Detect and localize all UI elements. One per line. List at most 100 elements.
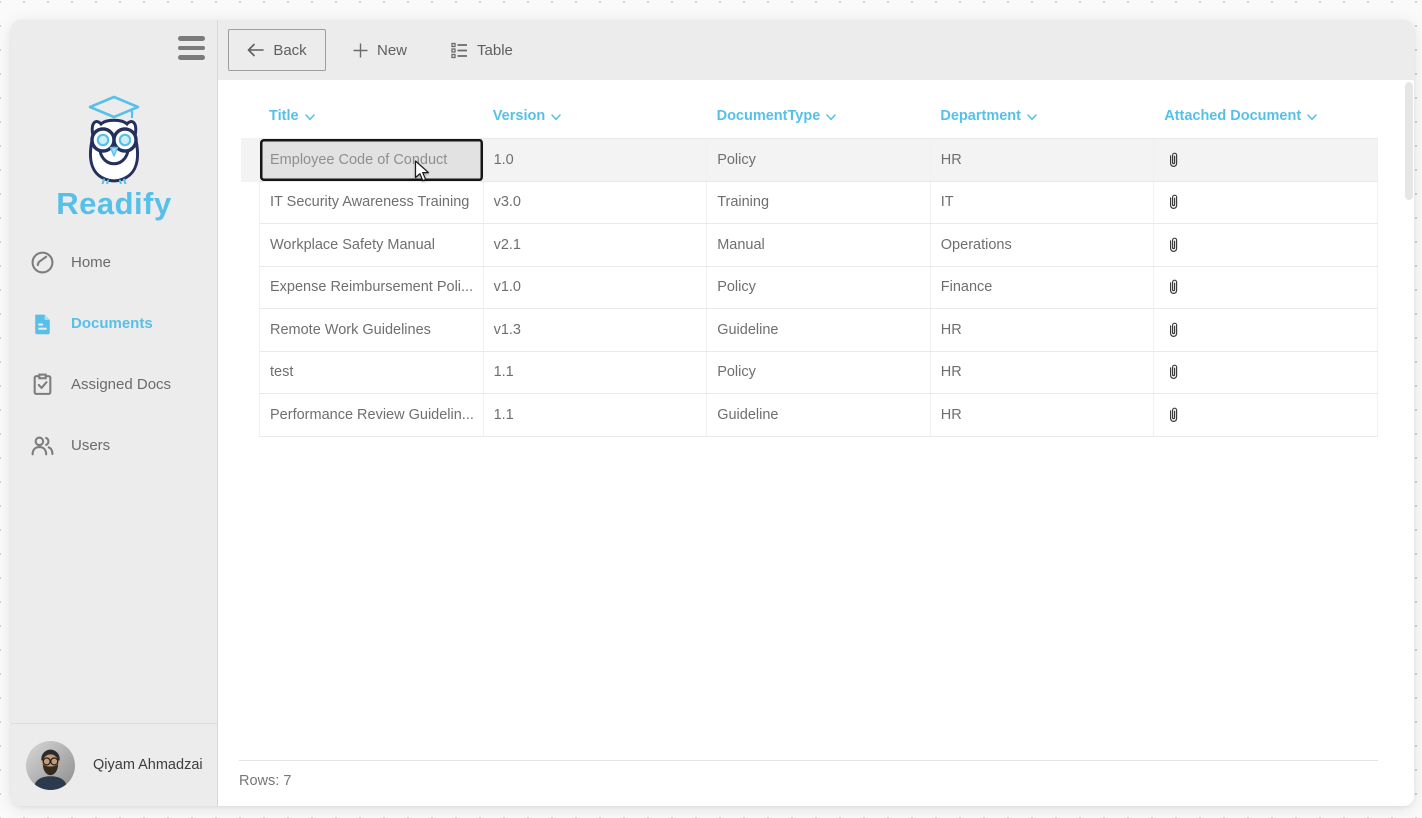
table-row[interactable]: test 1.1 Policy HR <box>260 352 1378 395</box>
owl-logo-icon <box>74 94 154 184</box>
users-icon <box>30 433 55 458</box>
document-icon <box>30 311 55 336</box>
app-window: Readify Home Documents <box>11 20 1414 806</box>
gauge-icon <box>30 250 55 275</box>
paperclip-icon <box>1166 363 1181 381</box>
back-button-label: Back <box>273 42 306 59</box>
cell-document-type[interactable]: Guideline <box>707 394 931 436</box>
cell-document-type[interactable]: Guideline <box>707 309 931 351</box>
cell-document-type[interactable]: Manual <box>707 224 931 266</box>
column-header-label: Title <box>269 108 299 124</box>
table-view-button[interactable]: Table <box>451 42 513 59</box>
sidebar-item-users[interactable]: Users <box>11 423 217 467</box>
back-button[interactable]: Back <box>228 29 326 71</box>
column-header-label: DocumentType <box>717 108 821 124</box>
avatar <box>26 741 75 790</box>
vertical-scrollbar[interactable] <box>1405 82 1413 200</box>
sidebar: Readify Home Documents <box>11 20 218 806</box>
sidebar-item-label: Users <box>71 437 110 454</box>
cell-department[interactable]: HR <box>931 139 1155 181</box>
cell-version[interactable]: v1.0 <box>484 267 708 309</box>
cell-title[interactable]: Employee Code of Conduct <box>260 139 484 181</box>
cell-department[interactable]: IT <box>931 182 1155 224</box>
app-logo: Readify <box>11 94 217 222</box>
table-header-row: Title Version DocumentType Department At… <box>259 94 1378 138</box>
cell-title[interactable]: Expense Reimbursement Poli... <box>260 267 484 309</box>
new-button[interactable]: New <box>353 42 407 59</box>
arrow-left-icon <box>247 43 264 57</box>
column-header-label: Department <box>940 108 1021 124</box>
table-view-button-label: Table <box>477 42 513 59</box>
plus-icon <box>353 43 368 58</box>
cell-department[interactable]: Finance <box>931 267 1155 309</box>
cell-document-type[interactable]: Policy <box>707 139 931 181</box>
chevron-down-icon <box>551 114 561 121</box>
sidebar-item-assigned-docs[interactable]: Assigned Docs <box>11 362 217 406</box>
new-button-label: New <box>377 42 407 59</box>
sidebar-item-label: Documents <box>71 315 153 332</box>
sidebar-item-label: Assigned Docs <box>71 376 171 393</box>
chevron-down-icon <box>826 114 836 121</box>
table-row[interactable]: Workplace Safety Manual v2.1 Manual Oper… <box>260 224 1378 267</box>
cell-attached-document[interactable] <box>1154 267 1378 309</box>
cell-department[interactable]: HR <box>931 394 1155 436</box>
column-header-label: Attached Document <box>1164 108 1301 124</box>
cell-version[interactable]: v3.0 <box>484 182 708 224</box>
main-area: Back New Table <box>218 20 1414 806</box>
table-row[interactable]: Performance Review Guidelin... 1.1 Guide… <box>260 394 1378 437</box>
sidebar-item-home[interactable]: Home <box>11 240 217 284</box>
table-row[interactable]: Remote Work Guidelines v1.3 Guideline HR <box>260 309 1378 352</box>
sidebar-item-label: Home <box>71 254 111 271</box>
paperclip-icon <box>1166 236 1181 254</box>
logo-wordmark: Readify <box>11 186 217 222</box>
toolbar: Back New Table <box>218 20 1414 80</box>
cell-attached-document[interactable] <box>1154 182 1378 224</box>
cell-version[interactable]: v2.1 <box>484 224 708 266</box>
cell-attached-document[interactable] <box>1154 352 1378 394</box>
cell-title[interactable]: IT Security Awareness Training <box>260 182 484 224</box>
paperclip-icon <box>1166 321 1181 339</box>
cell-title[interactable]: Workplace Safety Manual <box>260 224 484 266</box>
user-profile[interactable]: Qiyam Ahmadzai <box>11 723 217 806</box>
paperclip-icon <box>1166 278 1181 296</box>
bulleted-list-icon <box>451 42 468 59</box>
cell-title[interactable]: Performance Review Guidelin... <box>260 394 484 436</box>
column-header[interactable]: Version <box>483 94 707 138</box>
cell-attached-document[interactable] <box>1154 394 1378 436</box>
table-row[interactable]: Expense Reimbursement Poli... v1.0 Polic… <box>260 267 1378 310</box>
table-row[interactable]: IT Security Awareness Training v3.0 Trai… <box>260 182 1378 225</box>
column-header[interactable]: Title <box>259 94 483 138</box>
profile-name: Qiyam Ahmadzai <box>93 757 203 773</box>
column-header[interactable]: Department <box>930 94 1154 138</box>
cell-department[interactable]: Operations <box>931 224 1155 266</box>
cell-attached-document[interactable] <box>1154 224 1378 266</box>
paperclip-icon <box>1166 193 1181 211</box>
paperclip-icon <box>1166 406 1181 424</box>
cell-version[interactable]: 1.1 <box>484 394 708 436</box>
hamburger-menu-icon[interactable] <box>178 36 205 60</box>
column-header[interactable]: DocumentType <box>707 94 931 138</box>
cell-department[interactable]: HR <box>931 309 1155 351</box>
clipboard-check-icon <box>30 372 55 397</box>
table-body: Employee Code of Conduct 1.0 Policy HR I… <box>259 138 1378 437</box>
cell-version[interactable]: 1.0 <box>484 139 708 181</box>
column-header[interactable]: Attached Document <box>1154 94 1378 138</box>
cell-department[interactable]: HR <box>931 352 1155 394</box>
cell-document-type[interactable]: Training <box>707 182 931 224</box>
cell-version[interactable]: v1.3 <box>484 309 708 351</box>
footer-divider <box>239 760 1378 761</box>
cell-document-type[interactable]: Policy <box>707 267 931 309</box>
cell-attached-document[interactable] <box>1154 309 1378 351</box>
cell-document-type[interactable]: Policy <box>707 352 931 394</box>
table-panel: Title Version DocumentType Department At… <box>218 80 1414 806</box>
paperclip-icon <box>1166 151 1181 169</box>
cell-title[interactable]: test <box>260 352 484 394</box>
cell-attached-document[interactable] <box>1154 139 1378 181</box>
table-row[interactable]: Employee Code of Conduct 1.0 Policy HR <box>260 139 1378 182</box>
cell-title[interactable]: Remote Work Guidelines <box>260 309 484 351</box>
chevron-down-icon <box>1307 114 1317 121</box>
sidebar-item-documents[interactable]: Documents <box>11 301 217 345</box>
selected-row-indicator <box>241 138 259 182</box>
sidebar-nav: Home Documents Assigned Docs <box>11 240 217 484</box>
cell-version[interactable]: 1.1 <box>484 352 708 394</box>
